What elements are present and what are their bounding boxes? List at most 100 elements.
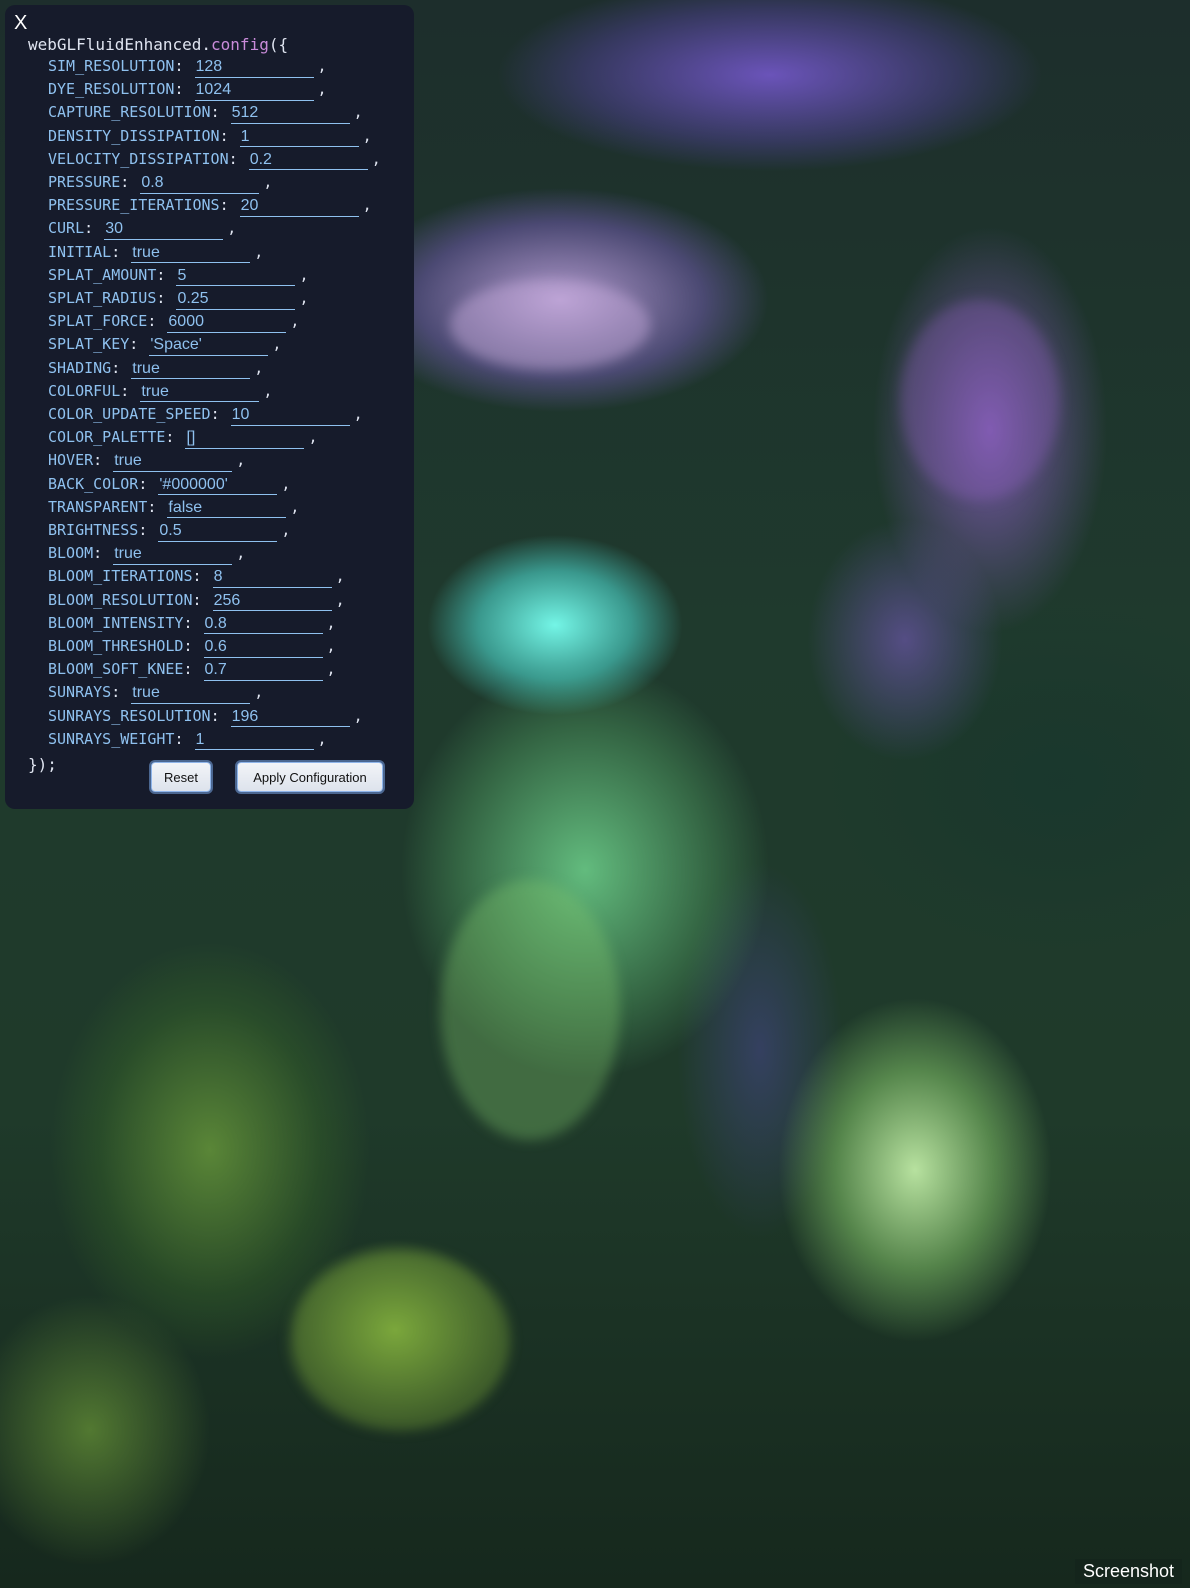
- config-row-sim-resolution: SIM_RESOLUTION: ,: [48, 57, 327, 78]
- config-key-label: BLOOM_ITERATIONS: [48, 567, 193, 586]
- colon-separator: :: [174, 80, 193, 99]
- config-row-splat-force: SPLAT_FORCE: ,: [48, 312, 299, 333]
- config-value-input[interactable]: [194, 80, 314, 101]
- config-key-label: BACK_COLOR: [48, 474, 139, 493]
- config-value-input[interactable]: [212, 567, 332, 588]
- comma-separator: ,: [281, 474, 291, 493]
- colon-separator: :: [84, 219, 103, 238]
- config-value-input[interactable]: [176, 289, 296, 310]
- config-value-input[interactable]: [230, 707, 350, 728]
- config-row-splat-amount: SPLAT_AMOUNT: ,: [48, 265, 308, 287]
- comma-separator: ,: [362, 196, 372, 215]
- apply-configuration-button[interactable]: Apply Configuration: [237, 762, 383, 792]
- comma-separator: ,: [263, 173, 273, 191]
- config-value-input[interactable]: [167, 498, 287, 519]
- colon-separator: :: [93, 451, 112, 470]
- comma-separator: ,: [308, 428, 318, 447]
- colon-separator: :: [147, 497, 166, 516]
- config-key-label: SPLAT_KEY: [48, 335, 130, 354]
- comma-separator: ,: [281, 521, 291, 539]
- config-value-input[interactable]: [113, 544, 233, 565]
- config-value-input[interactable]: [185, 428, 305, 449]
- config-value-input[interactable]: [176, 266, 296, 287]
- config-key-label: INITIAL: [48, 242, 112, 261]
- colon-separator: :: [111, 358, 130, 377]
- config-value-input[interactable]: [104, 219, 224, 240]
- config-row-dye-resolution: DYE_RESOLUTION: ,: [48, 80, 327, 101]
- colon-separator: :: [219, 196, 238, 215]
- config-key-label: PRESSURE_ITERATIONS: [48, 196, 220, 215]
- close-button[interactable]: X: [14, 12, 27, 35]
- config-value-input[interactable]: [248, 150, 368, 171]
- config-row-bloom-resolution: BLOOM_RESOLUTION: ,: [48, 590, 345, 612]
- config-row-velocity-dissipation: VELOCITY_DISSIPATION: ,: [48, 149, 381, 171]
- config-value-input[interactable]: [194, 730, 314, 751]
- config-row-brightness: BRIGHTNESS: ,: [48, 521, 291, 542]
- config-row-bloom-threshold: BLOOM_THRESHOLD: ,: [48, 637, 336, 658]
- config-value-input[interactable]: [212, 591, 332, 612]
- colon-separator: :: [165, 428, 184, 447]
- colon-separator: :: [183, 637, 202, 655]
- config-value-input[interactable]: [194, 57, 314, 78]
- comma-separator: ,: [335, 590, 345, 609]
- config-value-input[interactable]: [140, 382, 260, 403]
- config-key-label: SUNRAYS: [48, 683, 112, 702]
- config-value-input[interactable]: [167, 312, 287, 333]
- comma-separator: ,: [353, 706, 363, 725]
- config-open-brace: ({: [268, 35, 289, 54]
- config-value-input[interactable]: [230, 103, 350, 124]
- config-row-shading: SHADING: ,: [48, 358, 263, 380]
- config-key-label: HOVER: [48, 451, 94, 470]
- config-row-capture-resolution: CAPTURE_RESOLUTION: ,: [48, 103, 363, 124]
- colon-separator: :: [111, 242, 130, 261]
- config-key-label: SUNRAYS_RESOLUTION: [48, 706, 211, 725]
- config-row-back-color: BACK_COLOR: ,: [48, 474, 291, 496]
- config-row-pressure: PRESSURE: ,: [48, 173, 273, 194]
- config-key-label: SIM_RESOLUTION: [48, 57, 175, 75]
- config-value-input[interactable]: [131, 359, 251, 380]
- config-value-input[interactable]: [203, 660, 323, 681]
- config-row-splat-key: SPLAT_KEY: ,: [48, 335, 281, 356]
- config-value-input[interactable]: [230, 405, 350, 426]
- config-object-name: webGLFluidEnhanced.: [28, 35, 212, 54]
- config-row-sunrays-weight: SUNRAYS_WEIGHT: ,: [48, 729, 327, 751]
- reset-button[interactable]: Reset: [151, 762, 211, 792]
- screenshot-button[interactable]: Screenshot: [1074, 1559, 1182, 1584]
- comma-separator: ,: [326, 660, 336, 679]
- config-key-label: CURL: [48, 219, 85, 238]
- colon-separator: :: [183, 660, 202, 679]
- fluid-green-swirl: [440, 880, 620, 1140]
- colon-separator: :: [93, 544, 112, 563]
- colon-separator: :: [138, 474, 157, 493]
- config-row-density-dissipation: DENSITY_DISSIPATION: ,: [48, 126, 372, 148]
- comma-separator: ,: [335, 567, 345, 586]
- config-value-input[interactable]: [158, 475, 278, 496]
- config-value-input[interactable]: [131, 683, 251, 704]
- config-row-color-update-speed: COLOR_UPDATE_SPEED: ,: [48, 405, 363, 426]
- comma-separator: ,: [362, 126, 372, 145]
- config-value-input[interactable]: [203, 614, 323, 635]
- config-value-input[interactable]: [239, 196, 359, 217]
- comma-separator: ,: [227, 219, 237, 238]
- config-key-label: COLOR_UPDATE_SPEED: [48, 405, 211, 423]
- config-value-input[interactable]: [149, 335, 269, 356]
- config-row-pressure-iterations: PRESSURE_ITERATIONS: ,: [48, 196, 372, 217]
- config-value-input[interactable]: [113, 451, 233, 472]
- config-row-colorful: COLORFUL: ,: [48, 382, 272, 403]
- config-value-input[interactable]: [203, 637, 323, 658]
- config-value-input[interactable]: [158, 521, 278, 542]
- config-value-input[interactable]: [140, 173, 260, 194]
- colon-separator: :: [156, 265, 175, 284]
- config-value-input[interactable]: [239, 127, 359, 148]
- config-value-input[interactable]: [131, 243, 251, 264]
- config-key-label: VELOCITY_DISSIPATION: [48, 149, 229, 168]
- config-row-sunrays: SUNRAYS: ,: [48, 683, 263, 704]
- config-key-label: PRESSURE: [48, 173, 121, 191]
- config-panel: X webGLFluidEnhanced.config({ SIM_RESOLU…: [5, 5, 414, 809]
- config-row-splat-radius: SPLAT_RADIUS: ,: [48, 289, 308, 310]
- config-key-label: BLOOM_INTENSITY: [48, 613, 184, 632]
- colon-separator: :: [192, 590, 211, 609]
- colon-separator: :: [192, 567, 211, 586]
- comma-separator: ,: [371, 149, 381, 168]
- colon-separator: :: [174, 729, 193, 748]
